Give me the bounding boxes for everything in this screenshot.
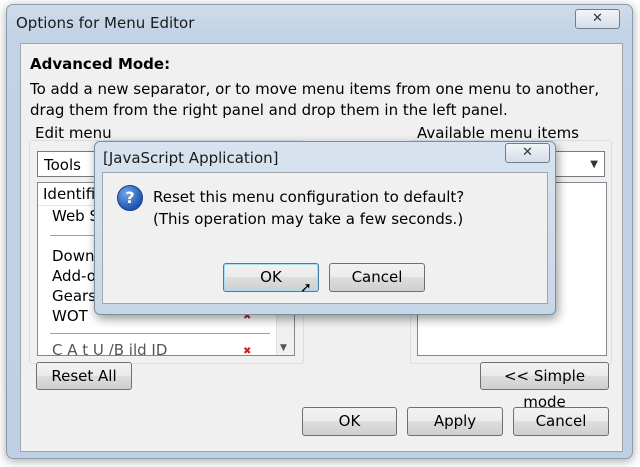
menu-select-value: Tools bbox=[44, 156, 81, 174]
confirm-dialog: [JavaScript Application] ✕ ? Reset this … bbox=[94, 141, 556, 315]
simple-mode-label: << Simple mode bbox=[503, 367, 586, 411]
mouse-pointer-icon: ➚ bbox=[300, 280, 312, 296]
reset-all-label: Reset All bbox=[51, 367, 117, 385]
list-item[interactable]: WOT bbox=[52, 307, 88, 325]
cancel-label: Cancel bbox=[535, 412, 587, 430]
dialog-title: [JavaScript Application] bbox=[103, 149, 279, 167]
apply-label: Apply bbox=[433, 412, 477, 430]
window-title: Options for Menu Editor bbox=[16, 14, 195, 32]
advanced-mode-description: To add a new separator, or to move menu … bbox=[30, 80, 600, 119]
dialog-message-line1: Reset this menu configuration to default… bbox=[153, 188, 465, 206]
dialog-cancel-label: Cancel bbox=[351, 268, 403, 286]
scroll-down-icon[interactable]: ▼ bbox=[280, 343, 287, 353]
menu-separator[interactable] bbox=[50, 333, 270, 334]
advanced-mode-title: Advanced Mode: bbox=[30, 55, 171, 73]
close-icon[interactable]: ✕ bbox=[505, 143, 550, 163]
ok-label: OK bbox=[338, 412, 361, 430]
dialog-client-area: ? Reset this menu configuration to defau… bbox=[102, 172, 548, 304]
remove-marker-icon[interactable]: ✖ bbox=[243, 346, 251, 355]
dialog-message: Reset this menu configuration to default… bbox=[153, 186, 464, 230]
reset-all-button[interactable]: Reset All bbox=[36, 362, 132, 390]
question-icon: ? bbox=[117, 185, 143, 211]
ok-button[interactable]: OK bbox=[302, 407, 397, 436]
dialog-message-line2: (This operation may take a few seconds.) bbox=[153, 210, 464, 228]
apply-button[interactable]: Apply bbox=[407, 407, 503, 436]
dialog-ok-label: OK bbox=[260, 268, 282, 286]
chevron-down-icon: ▼ bbox=[590, 159, 598, 170]
dialog-cancel-button[interactable]: Cancel bbox=[329, 263, 425, 292]
simple-mode-button[interactable]: << Simple mode bbox=[480, 362, 609, 411]
list-item[interactable]: C A t U /B ild ID bbox=[52, 341, 167, 355]
cancel-button[interactable]: Cancel bbox=[513, 407, 609, 436]
close-icon[interactable]: ✕ bbox=[575, 9, 620, 29]
